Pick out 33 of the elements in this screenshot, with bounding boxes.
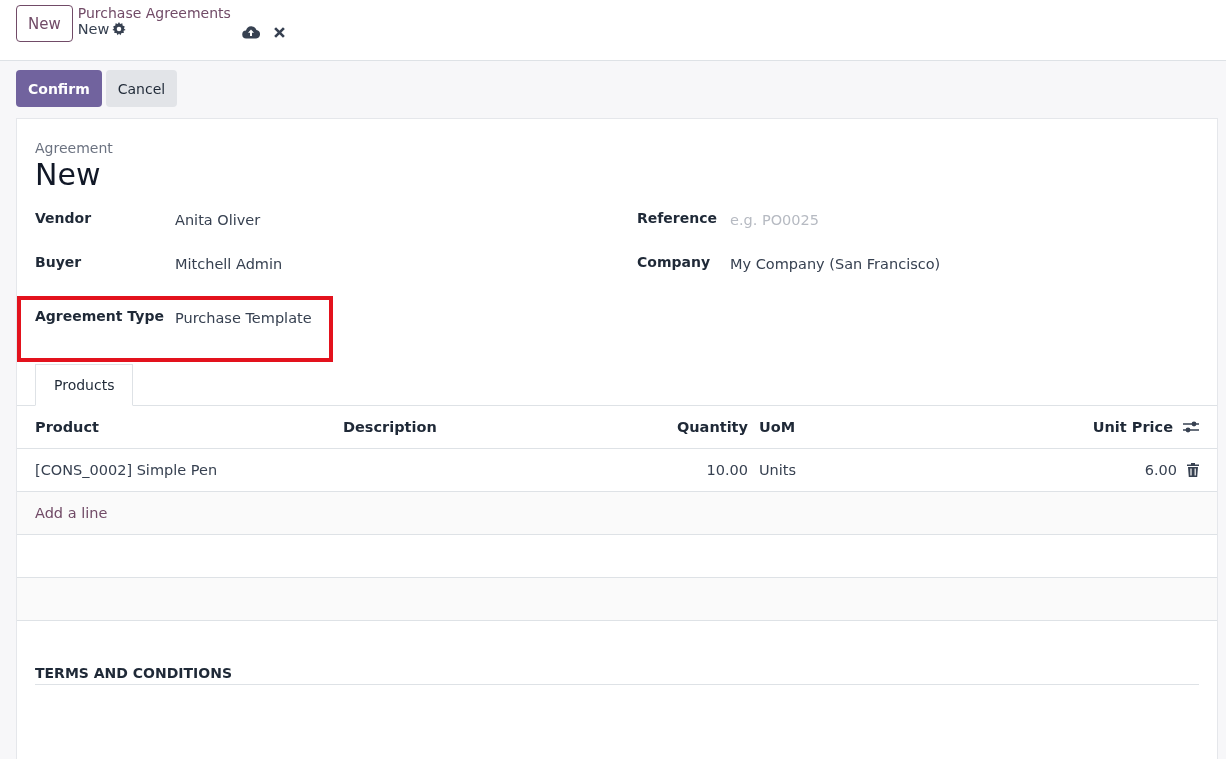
field-value[interactable]: My Company (San Francisco) [730, 256, 941, 272]
form-overline: Agreement [35, 140, 114, 156]
field-value[interactable]: Mitchell Admin [175, 256, 283, 272]
field-label: Vendor [35, 210, 93, 226]
field-value[interactable]: Purchase Template [175, 310, 312, 326]
cloud-upload-icon[interactable] [241, 25, 260, 39]
confirm-button[interactable]: Confirm [16, 70, 102, 107]
products-tab[interactable]: Products [35, 364, 134, 406]
section-heading: TERMS AND CONDITIONS [35, 665, 1199, 685]
field-label: Reference [637, 210, 719, 226]
add-line-link[interactable]: Add a line [35, 505, 108, 521]
cancel-button[interactable]: Cancel [105, 70, 178, 107]
column-header[interactable]: UoM [748, 419, 859, 435]
table-cell-text: 6.00 [1143, 462, 1177, 478]
field-value[interactable]: Anita Oliver [175, 212, 261, 228]
field-label: Buyer [35, 254, 83, 270]
sliders-icon[interactable] [1183, 420, 1199, 434]
column-header[interactable]: Product [35, 419, 343, 435]
field-label: Company [637, 254, 712, 270]
table-cell-text: Units [758, 462, 798, 478]
table-cell-text: [CONS_0002] Simple Pen [35, 462, 219, 478]
field-label: Agreement Type [35, 308, 165, 324]
record-title: New [35, 157, 102, 192]
new-button[interactable]: New [16, 5, 73, 42]
close-icon[interactable] [273, 27, 285, 38]
settings-icon[interactable] [112, 22, 127, 36]
column-header[interactable]: Quantity [593, 419, 748, 435]
trash-icon[interactable] [1187, 463, 1199, 477]
column-header[interactable]: Description [343, 419, 593, 435]
breadcrumb-link[interactable]: Purchase Agreements [77, 5, 231, 21]
column-header[interactable]: Unit Price [859, 419, 1173, 435]
record-name: New [77, 21, 110, 37]
table-cell-text: 10.00 [705, 462, 748, 478]
